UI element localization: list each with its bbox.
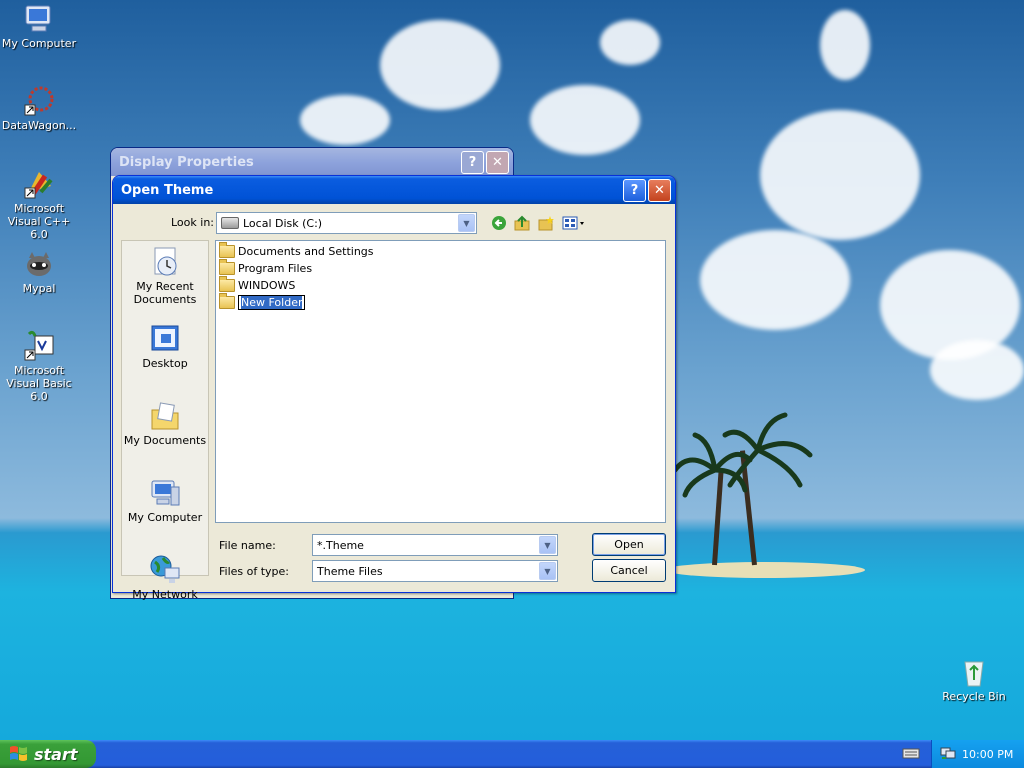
folder-icon xyxy=(219,292,235,309)
view-menu-button[interactable] xyxy=(561,213,587,233)
file-name-value: *.Theme xyxy=(317,538,364,552)
list-item[interactable]: WINDOWS xyxy=(219,275,296,293)
place-desktop[interactable]: Desktop xyxy=(122,323,208,395)
help-button[interactable]: ? xyxy=(461,150,484,174)
cloud xyxy=(380,20,500,110)
file-name-input[interactable]: *.Theme ▼ xyxy=(312,534,558,556)
look-in-value: Local Disk (C:) xyxy=(243,216,323,230)
desktop-icon-datawagon[interactable]: DataWagon... xyxy=(0,85,78,132)
look-in-dropdown[interactable]: Local Disk (C:) ▼ xyxy=(216,212,477,234)
files-of-type-dropdown[interactable]: Theme Files ▼ xyxy=(312,560,558,582)
desktop-icon xyxy=(149,323,181,355)
island xyxy=(665,562,865,578)
windows-logo-icon xyxy=(10,746,27,761)
back-arrow-icon xyxy=(492,216,506,230)
files-of-type-label: Files of type: xyxy=(219,565,290,578)
taskbar: start 10:00 PM xyxy=(0,740,1024,768)
file-name: Program Files xyxy=(238,261,313,275)
place-label: My Network xyxy=(132,588,198,601)
system-tray: 10:00 PM xyxy=(931,740,1024,768)
desktop-icon-label: DataWagon... xyxy=(1,119,77,132)
cloud xyxy=(820,10,870,80)
cloud xyxy=(930,340,1024,400)
up-folder-icon xyxy=(514,215,530,231)
new-folder-icon xyxy=(538,216,554,231)
places-bar: My Recent Documents Desktop My Documents… xyxy=(121,240,209,601)
window-title: Display Properties xyxy=(119,154,254,170)
keyboard-icon[interactable] xyxy=(902,746,920,763)
place-label: My Recent Documents xyxy=(133,280,197,306)
chevron-down-icon[interactable]: ▼ xyxy=(539,536,556,554)
desktop-icon-my-computer[interactable]: My Computer xyxy=(0,3,78,50)
desktop-icon-label: Microsoft Visual Basic 6.0 xyxy=(6,364,72,403)
file-name: Documents and Settings xyxy=(238,244,374,258)
folder-icon xyxy=(219,275,235,292)
desktop-icon-label: My Computer xyxy=(1,37,77,50)
visual-basic-icon xyxy=(23,330,55,362)
place-label: My Documents xyxy=(123,434,207,447)
desktop-icon-label: Recycle Bin xyxy=(942,690,1006,703)
place-my-recent-documents[interactable]: My Recent Documents xyxy=(122,246,208,318)
display-properties-titlebar[interactable]: Display Properties ? ✕ xyxy=(111,148,513,176)
network-tray-icon[interactable] xyxy=(940,746,956,763)
desktop-icon-mypal[interactable]: Mypal xyxy=(0,248,78,295)
cloud xyxy=(600,20,660,65)
my-network-icon xyxy=(149,554,181,586)
cloud xyxy=(300,95,390,145)
list-item[interactable]: New Folder xyxy=(219,292,306,310)
desktop-icon-label: Microsoft Visual C++ 6.0 xyxy=(7,202,71,241)
look-in-label: Look in: xyxy=(171,216,214,229)
palm-fronds xyxy=(672,412,813,498)
place-label: Desktop xyxy=(142,357,188,370)
files-of-type-value: Theme Files xyxy=(317,564,383,578)
start-button[interactable]: start xyxy=(0,740,96,768)
visual-cpp-icon xyxy=(23,168,55,200)
view-menu-icon xyxy=(562,216,584,230)
up-one-level-button[interactable] xyxy=(512,213,532,233)
place-my-documents[interactable]: My Documents xyxy=(122,400,208,472)
my-documents-icon xyxy=(149,400,181,432)
cloud xyxy=(530,85,640,155)
help-button[interactable]: ? xyxy=(623,178,646,202)
clock[interactable]: 10:00 PM xyxy=(962,748,1013,761)
start-label: start xyxy=(34,744,78,764)
chevron-down-icon[interactable]: ▼ xyxy=(539,562,556,580)
close-button[interactable]: ✕ xyxy=(486,150,509,174)
place-label: My Computer xyxy=(127,511,203,524)
rename-input[interactable]: New Folder xyxy=(238,294,306,310)
cloud xyxy=(700,230,850,330)
close-button[interactable]: ✕ xyxy=(648,178,671,202)
cloud xyxy=(760,110,920,240)
list-item[interactable]: Program Files xyxy=(219,258,313,276)
my-computer-icon xyxy=(23,3,55,35)
datawagon-icon xyxy=(23,85,55,117)
file-list[interactable]: Documents and Settings Program Files WIN… xyxy=(215,240,666,523)
desktop-icon-recycle-bin[interactable]: Recycle Bin xyxy=(935,656,1013,703)
new-folder-button[interactable] xyxy=(536,213,556,233)
place-my-computer[interactable]: My Computer xyxy=(122,477,208,549)
desktop-icon-visual-cpp[interactable]: Microsoft Visual C++ 6.0 xyxy=(0,168,78,241)
open-button[interactable]: Open xyxy=(592,533,666,556)
local-disk-icon xyxy=(221,217,239,229)
list-item[interactable]: Documents and Settings xyxy=(219,241,374,259)
desktop-icon-visual-basic[interactable]: Microsoft Visual Basic 6.0 xyxy=(0,330,78,403)
recycle-bin-icon xyxy=(958,656,990,688)
place-my-network[interactable]: My Network xyxy=(122,554,208,626)
cancel-button[interactable]: Cancel xyxy=(592,559,666,582)
back-button[interactable] xyxy=(489,213,509,233)
my-computer-icon xyxy=(149,477,181,509)
open-theme-titlebar[interactable]: Open Theme ? ✕ xyxy=(113,176,675,204)
mypal-icon xyxy=(23,248,55,280)
chevron-down-icon[interactable]: ▼ xyxy=(458,214,475,232)
file-name: WINDOWS xyxy=(238,278,296,292)
open-theme-dialog[interactable]: Open Theme ? ✕ Look in: Local Disk (C:) … xyxy=(112,175,676,601)
folder-icon xyxy=(219,258,235,275)
desktop-icon-label: Mypal xyxy=(22,282,56,295)
folder-icon xyxy=(219,241,235,258)
file-name: New Folder xyxy=(241,295,303,309)
file-name-label: File name: xyxy=(219,539,276,552)
dialog-title: Open Theme xyxy=(121,182,214,198)
recent-documents-icon xyxy=(149,246,181,278)
